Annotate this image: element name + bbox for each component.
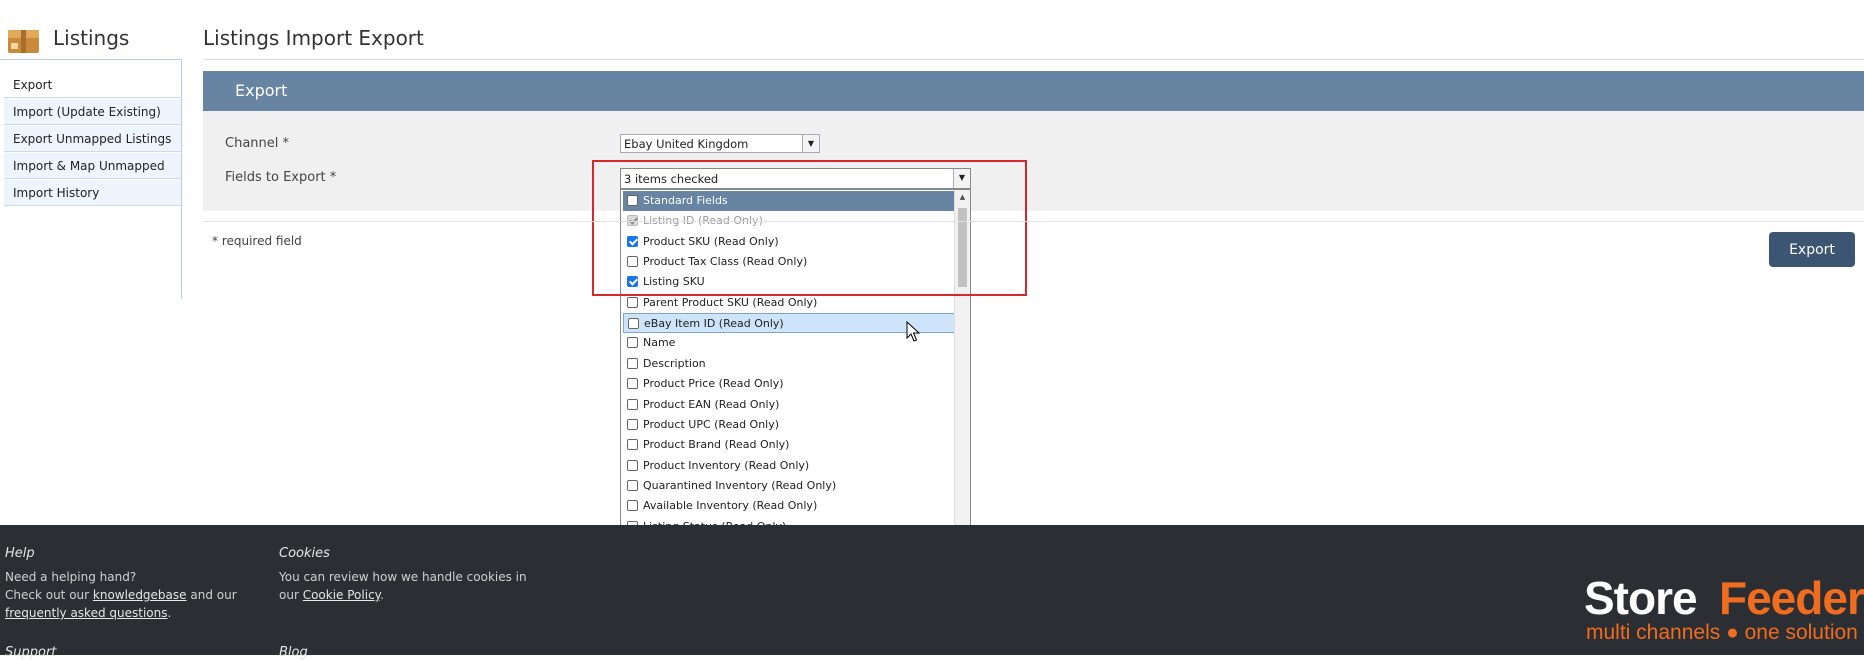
checkbox[interactable] xyxy=(627,439,638,451)
option-parent-product-sku-read-only[interactable]: Parent Product SKU (Read Only) xyxy=(623,293,955,313)
option-label: Product EAN (Read Only) xyxy=(643,397,780,411)
panel-header: Export xyxy=(203,71,1864,111)
checkbox[interactable] xyxy=(627,235,638,247)
option-label: Product Tax Class (Read Only) xyxy=(643,255,808,269)
help-line: Need a helping hand? xyxy=(5,570,137,584)
cookies-text: You can review how we handle cookies in … xyxy=(279,568,527,604)
logo-tagline: multi channels ● one solution xyxy=(1586,621,1858,644)
option-label: Product Price (Read Only) xyxy=(643,377,784,391)
option-label: eBay Item ID (Read Only) xyxy=(644,317,784,331)
cookies-line: our xyxy=(279,588,303,602)
option-label: Listing SKU xyxy=(643,275,705,289)
checkbox[interactable] xyxy=(627,459,638,471)
option-product-price-read-only[interactable]: Product Price (Read Only) xyxy=(623,374,955,394)
checkbox[interactable] xyxy=(627,479,638,491)
cookies-title: Cookies xyxy=(279,546,330,561)
option-label: Name xyxy=(643,336,676,350)
chevron-down-icon[interactable]: ▼ xyxy=(953,169,970,188)
channel-label: Channel * xyxy=(225,136,290,151)
option-label: Quarantined Inventory (Read Only) xyxy=(643,478,837,492)
title-divider xyxy=(203,59,1864,60)
checkbox[interactable] xyxy=(627,256,638,268)
option-product-sku-read-only[interactable]: Product SKU (Read Only) xyxy=(623,232,955,252)
panel-body xyxy=(203,111,1864,211)
fields-select[interactable]: 3 items checked ▼ xyxy=(620,168,971,189)
option-description[interactable]: Description xyxy=(623,354,955,374)
logo-store: Store xyxy=(1584,577,1698,624)
cookies-line: . xyxy=(380,588,384,602)
export-button[interactable]: Export xyxy=(1769,232,1855,267)
checkbox[interactable] xyxy=(627,357,638,369)
option-quarantined-inventory-read-only[interactable]: Quarantined Inventory (Read Only) xyxy=(623,476,955,496)
mouse-cursor-icon xyxy=(906,321,920,342)
blog-title: Blog xyxy=(279,645,308,660)
checkbox[interactable] xyxy=(627,398,638,410)
fields-label: Fields to Export * xyxy=(225,170,337,185)
sidebar-item-export[interactable]: Export xyxy=(4,72,181,98)
checkbox[interactable] xyxy=(628,318,639,330)
app-title: Listings xyxy=(53,26,130,50)
checkbox[interactable] xyxy=(627,276,638,288)
storefeeder-logo: Store Feeder multi channels ● one soluti… xyxy=(1584,577,1864,657)
cookie-policy-link[interactable]: Cookie Policy xyxy=(303,588,380,602)
checkbox[interactable] xyxy=(627,296,638,308)
option-product-inventory-read-only[interactable]: Product Inventory (Read Only) xyxy=(623,456,955,476)
option-label: Standard Fields xyxy=(643,194,728,207)
sidebar-item-import-map-unmapped[interactable]: Import & Map Unmapped xyxy=(4,153,181,179)
option-product-tax-class-read-only[interactable]: Product Tax Class (Read Only) xyxy=(623,252,955,272)
faq-link[interactable]: frequently asked questions xyxy=(5,606,167,620)
sidebar-item-import-history[interactable]: Import History xyxy=(4,180,181,206)
checkbox[interactable] xyxy=(627,500,638,512)
help-text: Need a helping hand? Check out our knowl… xyxy=(5,568,237,622)
footer: Help Need a helping hand? Check out our … xyxy=(0,525,1864,660)
support-title: Support xyxy=(5,645,57,660)
help-line: Check out our xyxy=(5,588,93,602)
knowledgebase-link[interactable]: knowledgebase xyxy=(93,588,187,602)
cookies-line: You can review how we handle cookies in xyxy=(279,570,527,584)
option-label: Product UPC (Read Only) xyxy=(643,417,780,431)
checkbox[interactable] xyxy=(627,337,638,349)
option-label: Description xyxy=(643,356,706,370)
scroll-thumb[interactable] xyxy=(958,208,967,287)
channel-value: Ebay United Kingdom xyxy=(624,137,749,151)
logo-feeder: Feeder xyxy=(1719,577,1864,624)
help-line: . xyxy=(167,606,172,620)
option-label: Product Brand (Read Only) xyxy=(643,438,790,452)
option-standard-fields[interactable]: Standard Fields xyxy=(623,191,955,211)
option-product-upc-read-only[interactable]: Product UPC (Read Only) xyxy=(623,415,955,435)
option-label: Available Inventory (Read Only) xyxy=(643,499,818,513)
option-available-inventory-read-only[interactable]: Available Inventory (Read Only) xyxy=(623,496,955,516)
page-title: Listings Import Export xyxy=(203,26,424,50)
fields-value: 3 items checked xyxy=(624,172,719,186)
checkbox[interactable] xyxy=(627,378,638,390)
box-icon xyxy=(8,30,39,53)
sidebar-item-export-unmapped[interactable]: Export Unmapped Listings xyxy=(4,126,181,152)
option-label: Parent Product SKU (Read Only) xyxy=(643,295,818,309)
help-title: Help xyxy=(5,546,35,561)
sidebar-item-import-update-existing[interactable]: Import (Update Existing) xyxy=(4,99,181,125)
chevron-down-icon[interactable]: ▼ xyxy=(802,135,819,152)
checkbox[interactable] xyxy=(627,418,638,430)
help-line: and our xyxy=(186,588,237,602)
sidebar-divider xyxy=(0,59,182,60)
checkbox[interactable] xyxy=(627,195,638,206)
required-note: * required field xyxy=(212,234,302,248)
sidebar-border xyxy=(181,59,182,299)
option-product-ean-read-only[interactable]: Product EAN (Read Only) xyxy=(623,395,955,415)
option-label: Product Inventory (Read Only) xyxy=(643,458,810,472)
option-product-brand-read-only[interactable]: Product Brand (Read Only) xyxy=(623,435,955,455)
option-label: Product SKU (Read Only) xyxy=(643,234,779,248)
channel-select[interactable]: Ebay United Kingdom ▼ xyxy=(620,134,820,153)
required-divider xyxy=(203,221,1864,222)
option-listing-sku[interactable]: Listing SKU xyxy=(623,272,955,292)
scroll-up-icon[interactable]: ▲ xyxy=(955,190,970,204)
